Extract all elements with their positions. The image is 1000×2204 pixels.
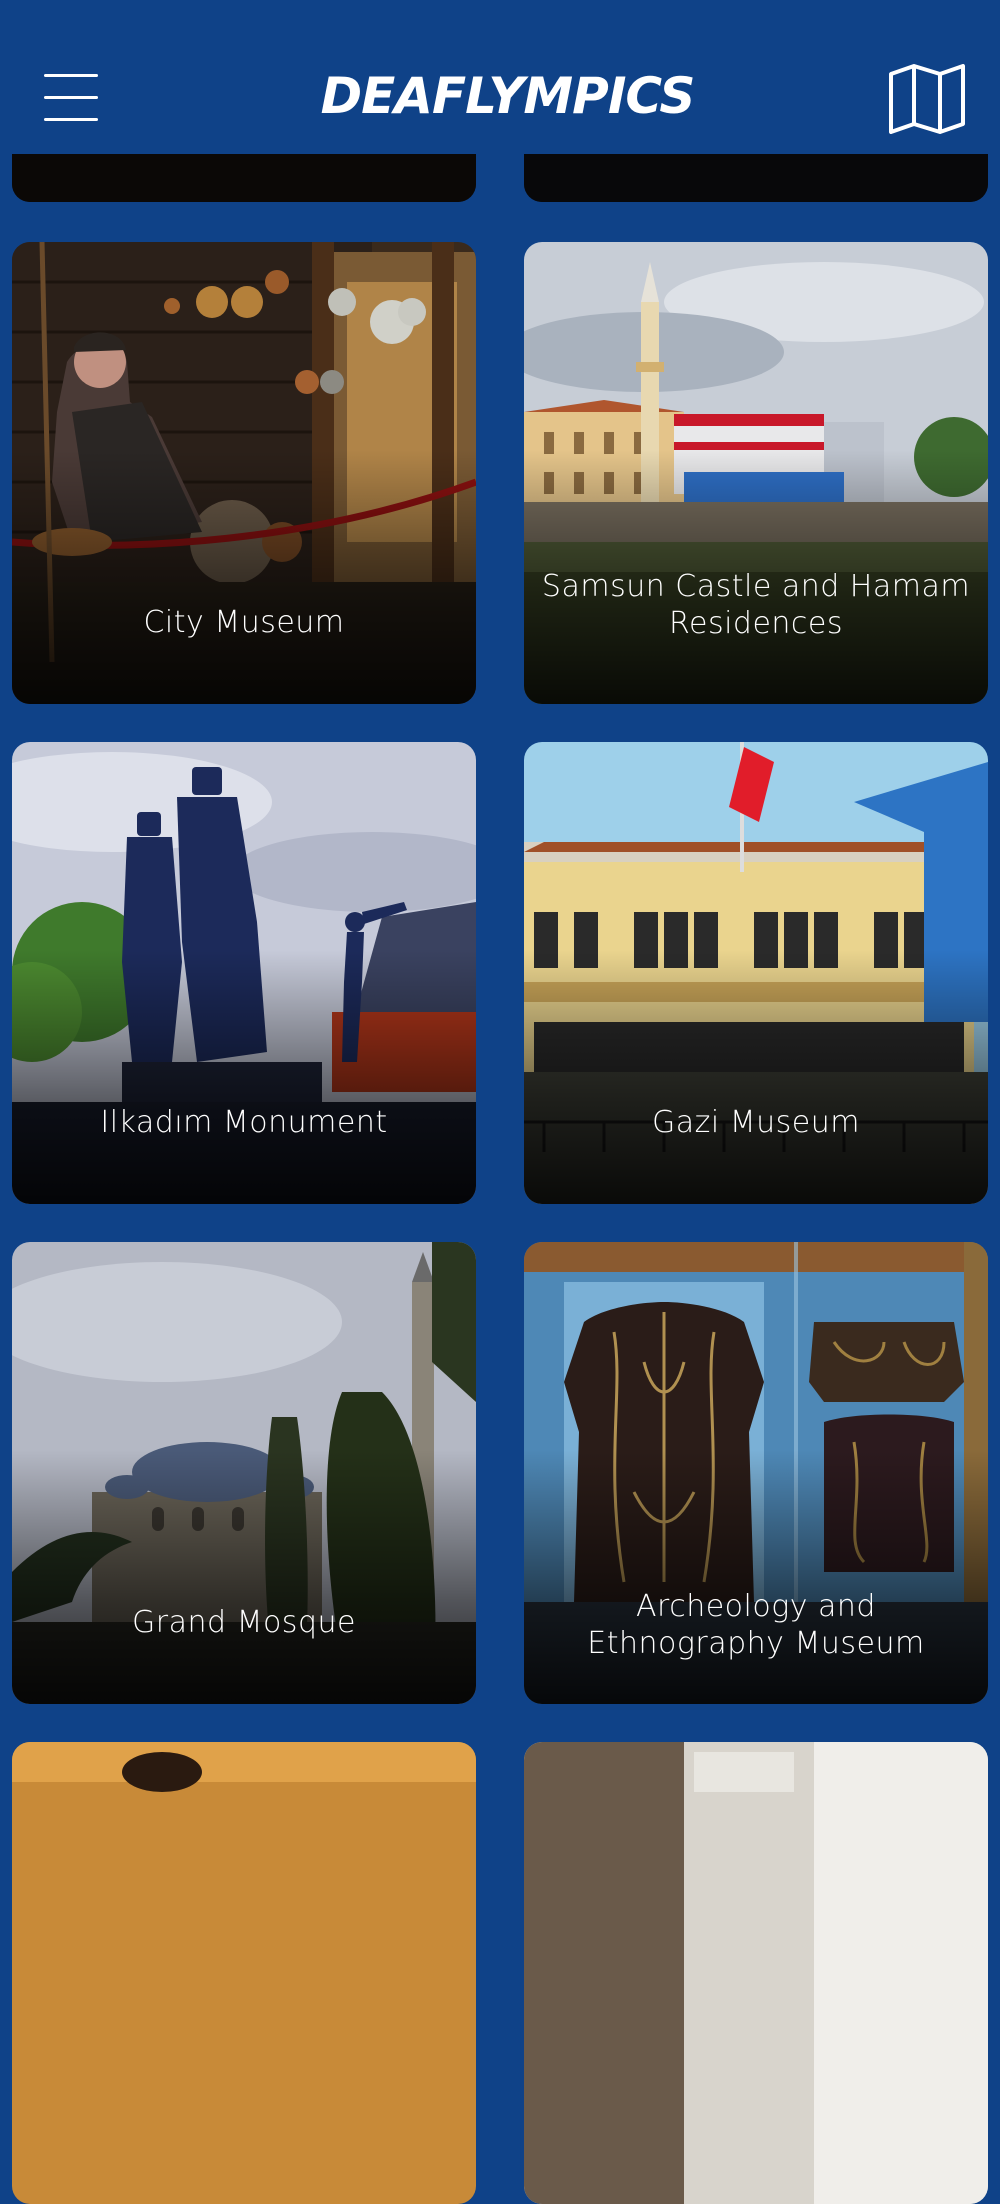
deaflympics-logo[interactable]: DEAFLYMPICS (315, 64, 700, 128)
place-title: Archeology and Ethnography Museum (587, 1589, 925, 1661)
places-grid: City Museum Samsun Castle and Hamam Resi… (0, 0, 1000, 2204)
place-title: Grand Mosque (132, 1605, 356, 1640)
place-title: City Museum (143, 605, 345, 640)
place-card-city-museum[interactable]: City Museum (12, 242, 476, 704)
place-card-partial-bottom-right[interactable] (524, 1742, 988, 2204)
place-card-samsun-castle[interactable]: Samsun Castle and Hamam Residences (524, 242, 988, 704)
place-card-ilkadim-monument[interactable]: Ilkadım Monument (12, 742, 476, 1204)
place-card-archeology-museum[interactable]: Archeology and Ethnography Museum (524, 1242, 988, 1704)
app-header: DEAFLYMPICS (0, 0, 1000, 154)
hamburger-menu-icon[interactable] (44, 72, 98, 122)
place-card-partial-bottom-left[interactable] (12, 1742, 476, 2204)
place-title: Gazi Museum (652, 1105, 860, 1140)
place-card-gazi-museum[interactable]: Gazi Museum (524, 742, 988, 1204)
map-icon[interactable] (888, 64, 966, 134)
place-title: Ilkadım Monument (100, 1105, 388, 1140)
place-card-grand-mosque[interactable]: Grand Mosque (12, 1242, 476, 1704)
place-title: Samsun Castle and Hamam Residences (541, 569, 971, 641)
